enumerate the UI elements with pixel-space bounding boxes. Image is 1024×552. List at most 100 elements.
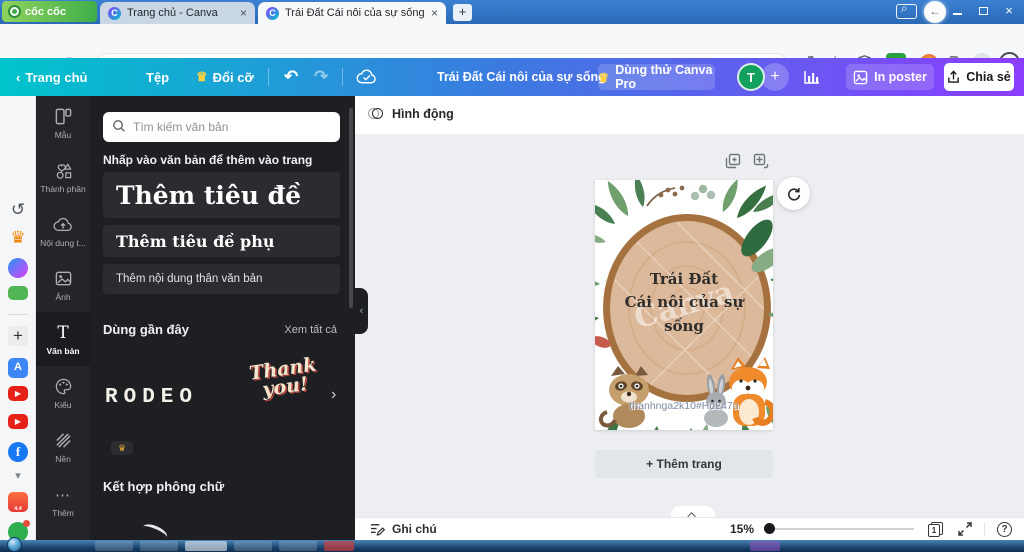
- text-panel: Nhấp vào văn bản để thêm vào trang Thêm …: [90, 96, 355, 543]
- translate-icon[interactable]: A: [8, 358, 28, 378]
- design-title-text[interactable]: Trái Đất Cái nôi của sự sống: [595, 268, 773, 338]
- animate-button[interactable]: Hình động: [368, 105, 454, 122]
- carousel-next-icon[interactable]: ›: [331, 386, 336, 404]
- page-tools: [725, 153, 769, 169]
- font-preview-thank-you[interactable]: Thank you!: [236, 354, 332, 403]
- try-pro-label: Dùng thử Canva Pro: [615, 63, 713, 91]
- more-dots-icon: ⋯: [55, 486, 71, 504]
- taskbar-item[interactable]: [279, 541, 317, 551]
- fullscreen-icon[interactable]: [958, 522, 972, 536]
- canva-topbar: ‹ Trang chủ Tệp ♛ Đổi cỡ ↶ ↷ Trái Đất Cá…: [0, 58, 1024, 96]
- window-maximize-button[interactable]: [970, 0, 996, 22]
- add-page-button[interactable]: + Thêm trang: [595, 450, 773, 478]
- user-watermark-text: thanhnga2k10#Hd247u: [629, 400, 739, 412]
- try-pro-button[interactable]: ♛ Dùng thử Canva Pro: [598, 63, 715, 91]
- pro-crown-badge: ♛: [111, 441, 133, 455]
- new-tab-button[interactable]: +: [453, 4, 472, 21]
- coccoc-sidebar: ↺ ♛ + A ▶ ▶ f ▾ 4.4 🕭 ⋯: [0, 96, 36, 542]
- see-all-link[interactable]: Xem tất cả: [284, 324, 337, 336]
- nav-item-uploads[interactable]: Nội dung t...: [36, 204, 90, 258]
- messenger-icon[interactable]: [8, 258, 28, 278]
- add-body-text-button[interactable]: Thêm nội dung thân văn bản: [103, 264, 340, 294]
- panel-collapse-button[interactable]: ‹: [355, 288, 368, 334]
- crown-icon: ♛: [598, 70, 610, 85]
- zoom-percent: 15%: [729, 522, 754, 536]
- nav-item-more[interactable]: ⋯ Thêm: [36, 474, 90, 528]
- tab-close-icon[interactable]: ×: [240, 6, 247, 20]
- nav-item-photos[interactable]: Ảnh: [36, 258, 90, 312]
- tab-close-icon[interactable]: ×: [431, 6, 438, 20]
- resize-button[interactable]: ♛ Đổi cỡ: [196, 58, 254, 96]
- app-badge: 4.4: [14, 506, 22, 512]
- templates-icon: [53, 107, 73, 127]
- print-poster-button[interactable]: In poster: [846, 64, 934, 90]
- taskbar-item[interactable]: [140, 541, 178, 551]
- taskbar-item[interactable]: [324, 541, 354, 551]
- history-icon[interactable]: ↺: [8, 200, 28, 220]
- tab-title: Trang chủ - Canva: [127, 7, 218, 19]
- panel-scrollbar[interactable]: [349, 108, 353, 308]
- canva-favicon: C: [108, 6, 121, 20]
- nav-item-text[interactable]: T Văn bản: [36, 312, 90, 366]
- elements-icon: [53, 161, 73, 181]
- status-bar: Ghi chú 15% 1 ?: [355, 517, 1024, 540]
- nav-item-templates[interactable]: Mẫu: [36, 96, 90, 150]
- caret-down-icon[interactable]: ▾: [8, 466, 28, 486]
- font-preview-rodeo[interactable]: RODEO: [105, 386, 198, 409]
- nav-item-background[interactable]: Nền: [36, 420, 90, 474]
- browser-tab-home[interactable]: C Trang chủ - Canva ×: [100, 2, 255, 24]
- notes-pencil-icon: [369, 522, 385, 536]
- zoom-slider-knob[interactable]: [764, 523, 775, 534]
- save-status-cloud-icon: [356, 58, 377, 96]
- taskbar-item-active[interactable]: [185, 541, 227, 551]
- home-button[interactable]: ‹ Trang chủ: [16, 58, 87, 96]
- notes-button[interactable]: Ghi chú: [369, 522, 437, 536]
- minimize-icon: [952, 13, 962, 15]
- share-button[interactable]: Chia sẻ: [944, 63, 1014, 91]
- shopee-app-icon[interactable]: 4.4: [8, 492, 28, 512]
- games-gamepad-icon[interactable]: [8, 286, 28, 300]
- screenshot-tool-icon[interactable]: [896, 1, 917, 19]
- zoom-slider[interactable]: [764, 523, 914, 534]
- help-button[interactable]: ?: [997, 521, 1012, 537]
- page-manager-button[interactable]: 1: [928, 521, 944, 537]
- insights-chart-icon[interactable]: [802, 58, 822, 96]
- youtube-icon[interactable]: ▶: [8, 414, 28, 429]
- add-member-button[interactable]: +: [761, 63, 789, 91]
- regenerate-button[interactable]: [777, 177, 810, 210]
- canvas-area: Hình động Canva Trái Đất Cái nôi của sự …: [355, 96, 1024, 540]
- sidebar-toggle-icon[interactable]: ←: [924, 1, 946, 23]
- print-image-icon: [853, 70, 868, 85]
- coccoc-brand-button[interactable]: cốc cốc: [2, 1, 97, 22]
- add-subheading-button[interactable]: Thêm tiêu đề phụ: [103, 225, 340, 257]
- coccoc-logo-icon: [8, 5, 21, 18]
- undo-button[interactable]: ↶: [284, 58, 298, 96]
- add-heading-button[interactable]: Thêm tiêu đề: [103, 172, 340, 218]
- file-menu-button[interactable]: Tệp: [146, 58, 169, 96]
- add-shortcut-icon[interactable]: +: [8, 326, 28, 346]
- youtube-icon[interactable]: ▶: [8, 386, 28, 401]
- vip-crown-icon[interactable]: ♛: [8, 228, 28, 248]
- taskbar-item[interactable]: [234, 541, 272, 551]
- search-input[interactable]: [103, 112, 340, 142]
- font-combinations-title: Kết hợp phông chữ: [103, 479, 225, 494]
- nav-item-elements[interactable]: Thành phần: [36, 150, 90, 204]
- user-avatar[interactable]: T: [737, 63, 765, 91]
- tab-title: Trái Đất Cái nôi của sự sống: [285, 7, 425, 19]
- design-page[interactable]: Canva Trái Đất Cái nôi của sự sống thanh…: [595, 180, 773, 430]
- redo-button[interactable]: ↷: [314, 58, 328, 96]
- taskbar-item[interactable]: [95, 541, 133, 551]
- start-orb-icon[interactable]: [7, 537, 22, 552]
- window-minimize-button[interactable]: [944, 0, 970, 22]
- text-icon: T: [57, 322, 69, 343]
- window-close-button[interactable]: ×: [996, 0, 1022, 22]
- facebook-icon[interactable]: f: [8, 442, 28, 462]
- browser-tab-design[interactable]: C Trái Đất Cái nôi của sự sống ×: [258, 2, 446, 24]
- document-title[interactable]: Trái Đất Cái nôi của sự sống: [437, 58, 606, 96]
- nav-item-styles[interactable]: Kiểu: [36, 366, 90, 420]
- add-page-icon[interactable]: [753, 153, 769, 169]
- duplicate-page-icon[interactable]: [725, 153, 741, 169]
- windows-taskbar: [0, 537, 1024, 552]
- photos-icon: [53, 269, 73, 289]
- taskbar-item[interactable]: [750, 541, 780, 551]
